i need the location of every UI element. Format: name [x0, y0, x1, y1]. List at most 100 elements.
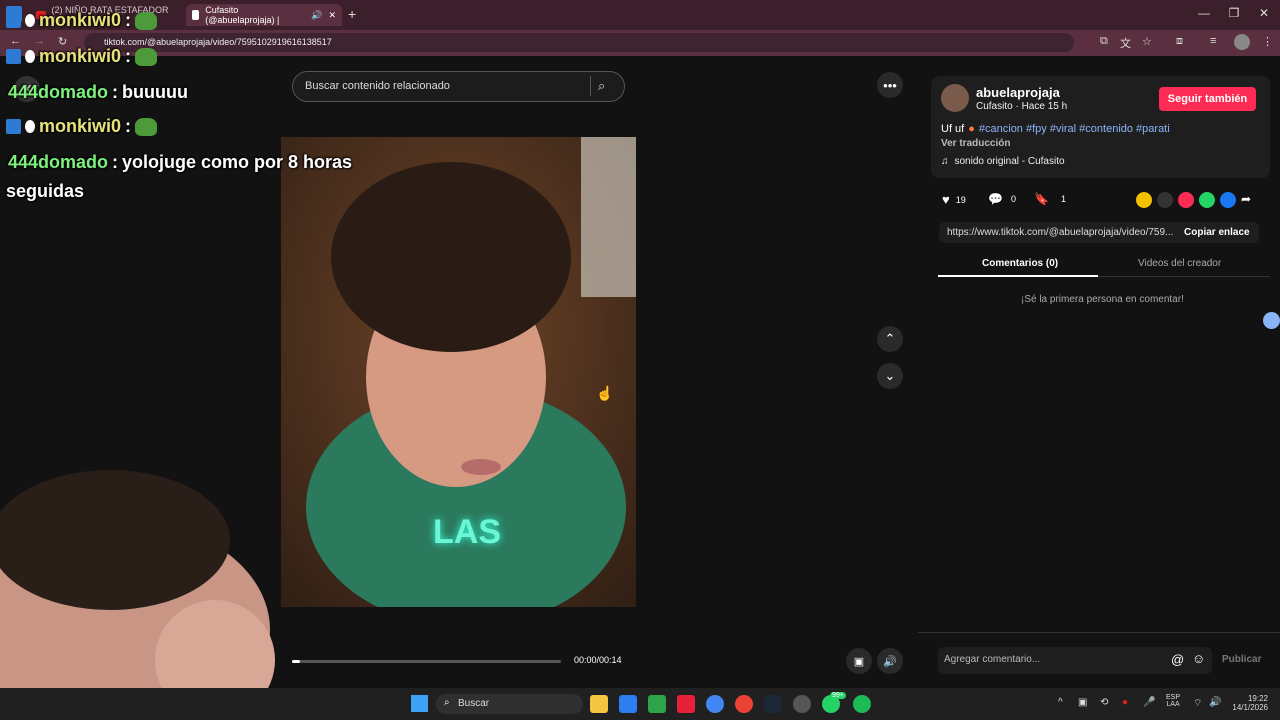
menu-icon[interactable]: ⋮ — [1262, 35, 1273, 48]
tray-icon[interactable]: ⟲ — [1100, 697, 1108, 708]
speaker-icon[interactable]: 🔊 — [1209, 697, 1221, 708]
link-text: https://www.tiktok.com/@abuelaprojaja/vi… — [947, 227, 1174, 238]
search-icon[interactable]: ⌕ — [598, 78, 605, 94]
previous-video-icon[interactable]: ⌃ — [877, 326, 903, 352]
heart-icon: ♥ — [942, 192, 950, 207]
audio-icon[interactable]: 🔊 — [311, 10, 322, 21]
search-input[interactable]: Buscar contenido relacionado — [292, 71, 625, 102]
extensions-icon[interactable]: ⧈ — [1176, 35, 1183, 48]
progress-track[interactable] — [292, 660, 561, 663]
taskbar — [0, 688, 1280, 720]
profile-avatar[interactable] — [1234, 34, 1250, 50]
chat-message: yolojuge como por 8 horas — [122, 152, 353, 172]
comment-icon: 💬 — [988, 192, 1003, 206]
share-icon[interactable]: ➦ — [1241, 192, 1251, 208]
copy-link-button[interactable]: Copiar enlace — [1184, 227, 1250, 238]
tab-tiktok[interactable]: Cufasito (@abuelaprojaja) | 🔊 ✕ — [186, 4, 342, 26]
translate-icon[interactable]: 文 — [1120, 35, 1131, 51]
pepe-emote-icon — [135, 47, 158, 66]
chrome-profile-icon[interactable] — [735, 695, 753, 713]
badge-icon — [6, 13, 21, 28]
sound-row[interactable]: ♫ sonido original - Cufasito — [941, 156, 1065, 167]
url-field[interactable]: tiktok.com/@abuelaprojaja/video/75951029… — [84, 33, 1074, 52]
chat-message: buuuuu — [122, 82, 189, 102]
translate-link[interactable]: Ver traducción — [941, 138, 1010, 149]
hashtags[interactable]: #cancion #fpy #viral #contenido #parati — [979, 123, 1170, 135]
tray-icon[interactable]: ● — [1122, 697, 1128, 708]
chat-message: seguidas — [6, 181, 85, 201]
publish-button[interactable]: Publicar — [1222, 654, 1261, 665]
steam-icon[interactable] — [764, 695, 782, 713]
next-video-icon[interactable]: ⌄ — [877, 363, 903, 389]
fire-icon: ● — [968, 123, 975, 135]
minimize-button[interactable]: — — [1194, 6, 1214, 20]
volume-icon[interactable]: 🔊 — [877, 648, 903, 674]
video-player[interactable]: LAS — [281, 137, 636, 607]
comment-action[interactable]: 💬 0 — [988, 192, 1016, 206]
pepe-emote-icon — [135, 11, 158, 30]
more-options-icon[interactable]: ••• — [877, 72, 903, 98]
close-tab-icon[interactable]: ✕ — [328, 10, 336, 21]
comment-placeholder: Agregar comentario... — [944, 654, 1041, 665]
restore-button[interactable]: ❐ — [1224, 6, 1244, 20]
whatsapp-icon[interactable] — [1199, 192, 1215, 208]
repost-icon[interactable] — [1136, 192, 1152, 208]
windows-start-icon[interactable] — [411, 695, 428, 712]
chrome-icon[interactable] — [706, 695, 724, 713]
chat-line: seguidas — [6, 181, 84, 202]
chat-line: monkiwi0 : — [6, 10, 158, 31]
language-indicator[interactable]: ESP LAA — [1166, 694, 1180, 708]
tab-comments[interactable]: Comentarios (0) — [982, 258, 1058, 269]
taskbar-search[interactable]: Buscar — [436, 694, 583, 714]
badge-icon — [6, 119, 21, 134]
pip-icon[interactable]: ▣ — [846, 648, 872, 674]
close-window-button[interactable]: ✕ — [1254, 6, 1274, 20]
empty-comments-message: ¡Sé la primera persona en comentar! — [1021, 294, 1184, 305]
progress-fill — [292, 660, 301, 663]
chat-separator: : — [125, 10, 132, 30]
spotify-icon[interactable] — [853, 695, 871, 713]
layout-code: LAA — [1166, 701, 1180, 708]
file-explorer-icon[interactable] — [590, 695, 608, 713]
clock[interactable]: 19:22 14/1/2026 — [1230, 694, 1268, 712]
tray-icon[interactable]: ▣ — [1078, 697, 1087, 708]
chat-separator: : — [125, 46, 132, 66]
chat-line: monkiwi0 : — [6, 116, 158, 137]
facebook-icon[interactable] — [1220, 192, 1236, 208]
webcam-overlay — [0, 470, 275, 688]
avatar[interactable] — [941, 84, 969, 112]
chat-line: 444domado : yolojuge como por 8 horas — [8, 152, 352, 173]
bookmark-star-icon[interactable]: ☆ — [1142, 35, 1152, 48]
new-tab-button[interactable]: + — [348, 6, 356, 22]
chat-line: monkiwi0 : — [6, 46, 158, 67]
like-action[interactable]: ♥ 19 — [942, 192, 966, 207]
tab-label: Cufasito (@abuelaprojaja) | — [205, 5, 280, 25]
store-icon[interactable] — [648, 695, 666, 713]
video-time: 00:00/00:14 — [574, 655, 622, 665]
clock-date: 14/1/2026 — [1232, 703, 1268, 712]
chat-line: 444domado : buuuuu — [8, 82, 188, 103]
install-icon[interactable]: ⧉ — [1100, 35, 1108, 48]
mention-icon[interactable]: @ — [1171, 652, 1184, 667]
mic-tray-icon[interactable]: 🎤 — [1143, 697, 1155, 708]
follow-button[interactable]: Seguir también — [1159, 87, 1256, 111]
active-tab-indicator — [938, 275, 1098, 277]
embed-icon[interactable] — [1157, 192, 1173, 208]
username[interactable]: abuelaprojaja — [976, 85, 1060, 100]
save-action[interactable]: 🔖 1 — [1034, 192, 1066, 206]
tray-chevron-icon[interactable]: ^ — [1058, 697, 1063, 708]
send-icon[interactable] — [1178, 192, 1194, 208]
office-icon[interactable] — [677, 695, 695, 713]
media-icon[interactable]: ≡ — [1210, 35, 1216, 47]
emoji-icon[interactable]: ☺ — [1192, 651, 1205, 666]
like-count: 19 — [955, 194, 966, 205]
pepe-emote-icon — [135, 117, 158, 136]
obs-icon[interactable] — [793, 695, 811, 713]
chat-separator: : — [125, 116, 132, 136]
app-icon[interactable] — [619, 695, 637, 713]
wifi-icon[interactable]: ⌔ — [1193, 697, 1202, 710]
sound-label: sonido original - Cufasito — [954, 156, 1065, 167]
mic-icon[interactable] — [1263, 312, 1280, 329]
tab-creator-videos[interactable]: Videos del creador — [1138, 258, 1221, 269]
taskbar-search-label: Buscar — [458, 698, 490, 709]
